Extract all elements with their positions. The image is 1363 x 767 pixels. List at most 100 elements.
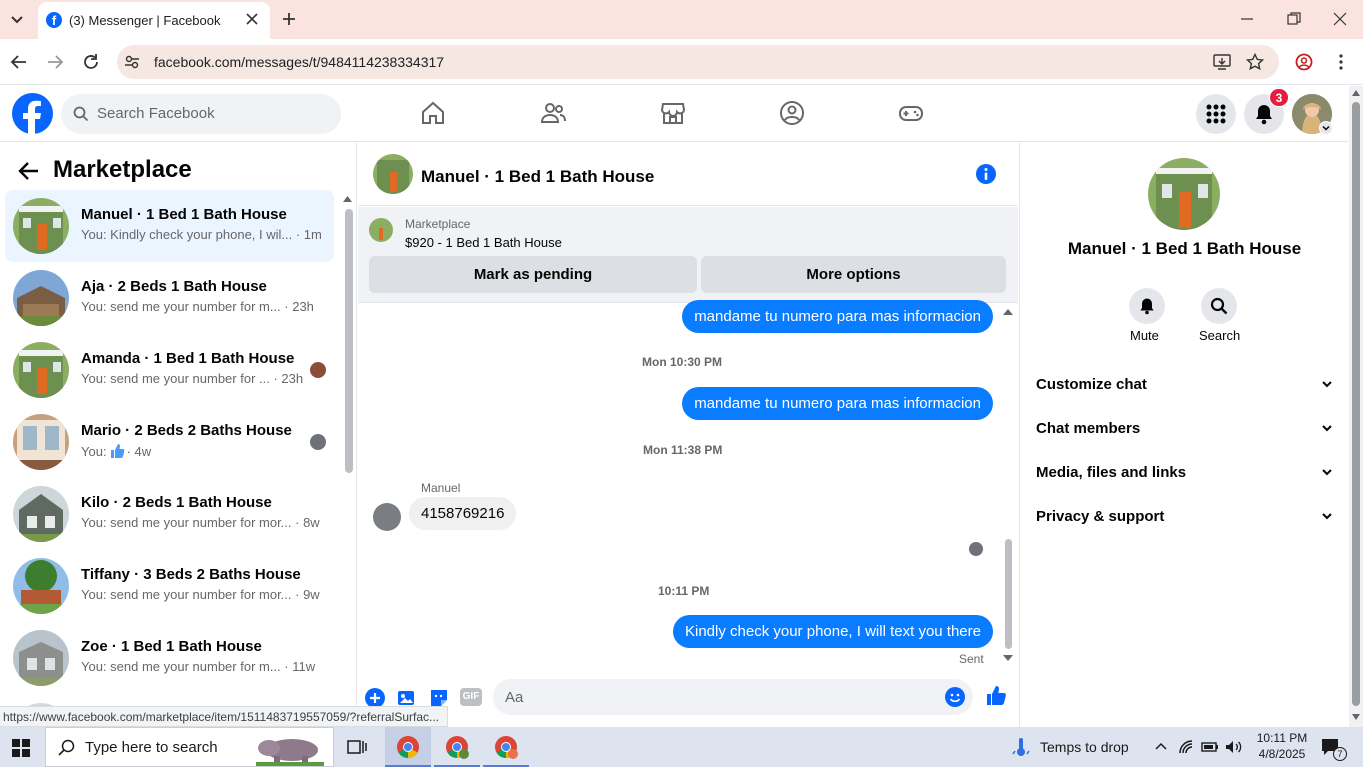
mark-pending-button[interactable]: Mark as pending (369, 256, 697, 293)
battery-icon[interactable] (1201, 739, 1219, 755)
marketplace-icon[interactable] (660, 100, 686, 126)
conversation-item[interactable]: Mario · 2 Beds 2 Baths House You: · 4w (5, 406, 334, 478)
like-icon[interactable] (985, 685, 1007, 707)
fb-search-box[interactable]: Search Facebook (61, 94, 341, 134)
listing-price[interactable]: $920 - 1 Bed 1 Bath House (405, 235, 562, 250)
windows-taskbar: Type here to search Temps to drop 10:11 … (0, 727, 1363, 767)
sent-status: Sent (959, 652, 984, 666)
conversation-item[interactable]: Zoe · 1 Bed 1 Bath House You: send me yo… (5, 622, 334, 694)
message-bubble-received[interactable]: 4158769216 (409, 497, 517, 530)
profile-photo[interactable] (1148, 158, 1220, 230)
thumbs-up-icon (110, 444, 124, 458)
account-chevron-icon[interactable] (1319, 121, 1333, 135)
seen-avatar (310, 362, 326, 378)
conversation-item[interactable]: Kilo · 2 Beds 1 Bath House You: send me … (5, 478, 334, 550)
scroll-up-icon[interactable] (343, 195, 352, 203)
gaming-icon[interactable] (898, 100, 924, 126)
weather-thermometer-icon[interactable] (1011, 737, 1031, 757)
restore-icon[interactable] (1287, 12, 1301, 26)
more-options-button[interactable]: More options (701, 256, 1006, 293)
media-files-links-section[interactable]: Media, files and links (1036, 454, 1334, 490)
address-bar-row: facebook.com/messages/t/9484114238334317 (0, 39, 1363, 85)
chat-members-section[interactable]: Chat members (1036, 410, 1334, 446)
sticker-icon[interactable] (429, 688, 449, 708)
task-view-icon[interactable] (347, 738, 367, 756)
weather-text[interactable]: Temps to drop (1040, 739, 1129, 755)
timestamp: Mon 10:30 PM (642, 355, 723, 369)
facebook-logo-icon[interactable] (12, 93, 53, 134)
network-icon[interactable] (1178, 739, 1194, 755)
hidden-icons-chevron-icon[interactable] (1154, 740, 1168, 752)
photo-icon[interactable] (397, 688, 417, 708)
browser-menu-icon[interactable] (1332, 53, 1350, 71)
minimize-icon[interactable] (1240, 12, 1254, 26)
new-tab-icon[interactable] (281, 11, 297, 27)
page-scroll-up-icon[interactable] (1352, 90, 1360, 96)
chat-scrollbar-thumb[interactable] (1005, 539, 1012, 649)
facebook-favicon-icon: f (46, 12, 62, 28)
clock[interactable]: 10:11 PM 4/8/2025 (1248, 730, 1316, 762)
close-tab-icon[interactable] (245, 12, 259, 26)
install-app-icon[interactable] (1213, 53, 1231, 71)
listing-banner: Marketplace $920 - 1 Bed 1 Bath House Ma… (358, 207, 1018, 303)
chat-scroll-up-icon[interactable] (1003, 308, 1013, 316)
close-window-icon[interactable] (1333, 12, 1347, 26)
notification-badge: 3 (1269, 88, 1289, 107)
profile-icon[interactable] (1295, 53, 1313, 71)
sender-avatar[interactable] (373, 503, 401, 531)
reload-icon[interactable] (82, 53, 100, 71)
house-thumbnail (13, 198, 69, 254)
browser-tab[interactable]: f (3) Messenger | Facebook (38, 2, 270, 39)
chevron-down-icon (1322, 469, 1332, 476)
page-scrollbar[interactable] (1349, 86, 1363, 727)
menu-grid-button[interactable] (1196, 94, 1236, 134)
taskbar-chrome-2[interactable] (434, 727, 480, 767)
back-icon[interactable] (10, 53, 28, 71)
emoji-icon[interactable] (945, 687, 965, 707)
bookmark-star-icon[interactable] (1246, 53, 1264, 71)
chat-scroll-down-icon[interactable] (1003, 654, 1013, 662)
taskbar-chrome-1[interactable] (385, 727, 431, 767)
taskbar-search-box[interactable]: Type here to search (45, 727, 334, 767)
omnibox[interactable]: facebook.com/messages/t/9484114238334317 (117, 45, 1279, 79)
conversation-item[interactable]: Manuel · 1 Bed 1 Bath House You: Kindly … (5, 190, 334, 262)
plus-icon[interactable] (365, 688, 385, 708)
back-arrow-icon[interactable] (18, 161, 40, 181)
info-icon[interactable] (976, 164, 996, 184)
message-bubble-sent[interactable]: Kindly check your phone, I will text you… (673, 615, 993, 648)
conversation-item[interactable]: Aja · 2 Beds 1 Bath House You: send me y… (5, 262, 334, 334)
message-bubble-sent[interactable]: mandame tu numero para mas informacion (682, 300, 993, 333)
section-label: Privacy & support (1036, 507, 1165, 525)
forward-icon[interactable] (46, 53, 64, 71)
mute-button[interactable] (1129, 288, 1165, 324)
message-bubble-sent[interactable]: mandame tu numero para mas informacion (682, 387, 993, 420)
taskbar-chrome-3[interactable] (483, 727, 529, 767)
site-info-icon[interactable] (123, 53, 141, 71)
message-input[interactable]: Aa (493, 679, 973, 715)
friends-icon[interactable] (540, 100, 566, 126)
page-scroll-down-icon[interactable] (1352, 714, 1360, 720)
customize-chat-section[interactable]: Customize chat (1036, 366, 1334, 402)
conversation-item[interactable]: Amanda · 1 Bed 1 Bath House You: send me… (5, 334, 334, 406)
volume-icon[interactable] (1225, 739, 1243, 755)
windows-start-icon[interactable] (12, 739, 30, 757)
page-scroll-thumb[interactable] (1352, 102, 1360, 706)
house-thumbnail (13, 414, 69, 470)
chat-title[interactable]: Manuel · 1 Bed 1 Bath House (421, 167, 654, 187)
conversation-list-panel: Marketplace Manuel · 1 Bed 1 Bath House … (0, 143, 357, 727)
home-icon[interactable] (420, 100, 446, 126)
tab-list-icon[interactable] (8, 10, 26, 28)
chat-avatar[interactable] (373, 154, 413, 194)
scrollbar-thumb[interactable] (345, 209, 353, 473)
search-label: Search (1199, 328, 1241, 343)
search-icon (1210, 297, 1228, 315)
groups-icon[interactable] (779, 100, 805, 126)
url-text[interactable]: facebook.com/messages/t/9484114238334317 (154, 54, 444, 70)
conversation-title: Kilo · 2 Beds 1 Bath House (81, 494, 272, 511)
search-in-chat-button[interactable] (1201, 288, 1237, 324)
privacy-support-section[interactable]: Privacy & support (1036, 498, 1334, 534)
house-thumbnail (13, 486, 69, 542)
gif-icon[interactable]: GIF (460, 688, 482, 706)
conversation-item[interactable]: Tiffany · 3 Beds 2 Baths House You: send… (5, 550, 334, 622)
fb-search-placeholder: Search Facebook (97, 105, 215, 122)
